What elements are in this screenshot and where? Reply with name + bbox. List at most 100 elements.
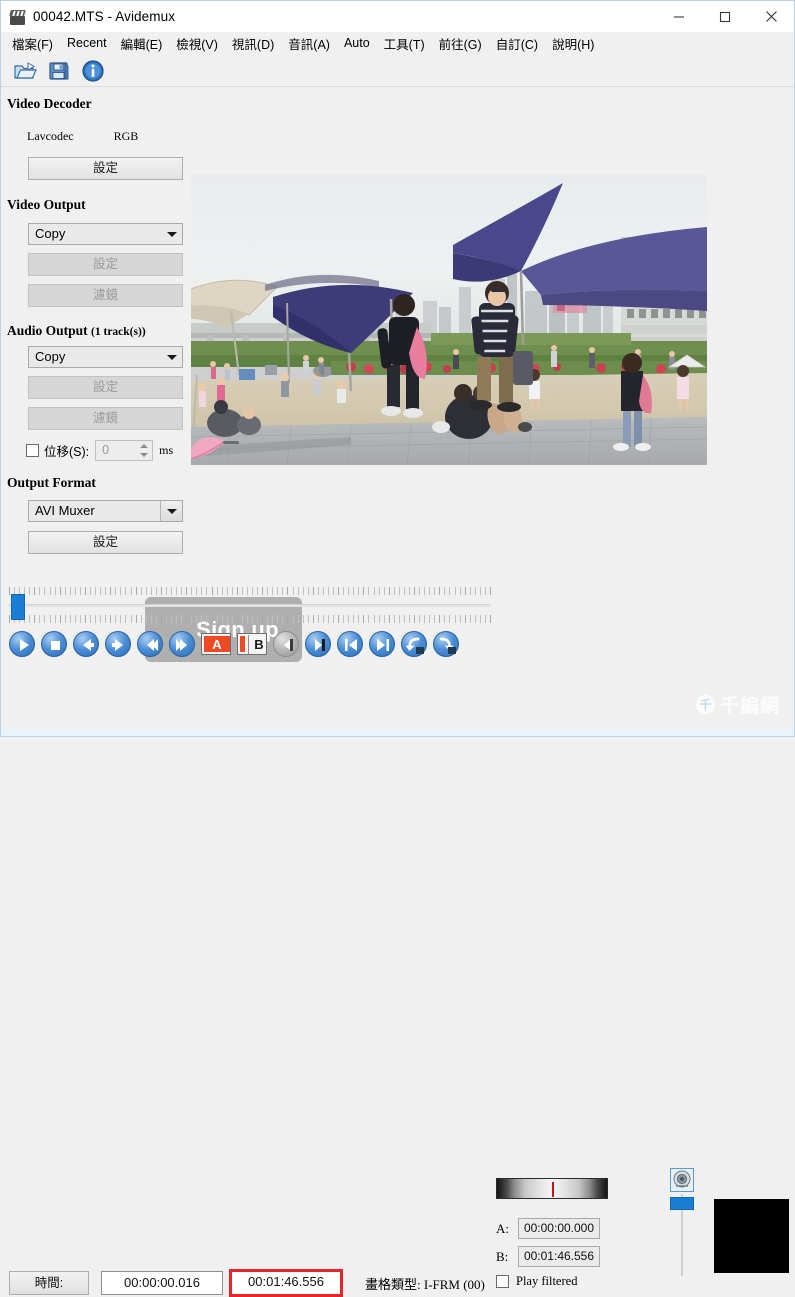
- close-button[interactable]: [748, 1, 794, 32]
- stop-button[interactable]: [41, 631, 67, 657]
- timeline-tick: [171, 615, 172, 623]
- frame-type-label: 畫格類型: I-FRM (00): [365, 1276, 485, 1292]
- next-scene-button[interactable]: [433, 631, 459, 657]
- chevron-down-icon: [162, 347, 182, 367]
- marker-a-row: A: 00:00:00.000: [496, 1218, 600, 1239]
- speaker-icon[interactable]: [670, 1168, 694, 1192]
- menu-edit[interactable]: 編輯(E): [114, 32, 170, 56]
- video-output-codec-select[interactable]: Copy: [28, 223, 183, 245]
- audio-output-codec-select[interactable]: Copy: [28, 346, 183, 368]
- timeline-track[interactable]: [9, 604, 491, 607]
- timeline-tick: [327, 587, 329, 595]
- video-preview[interactable]: [191, 175, 707, 465]
- timeline-tick: [105, 587, 107, 595]
- menu-file[interactable]: 檔案(F): [5, 32, 60, 56]
- timeline-playhead-handle[interactable]: [11, 594, 25, 620]
- timeline-tick: [474, 587, 476, 595]
- output-format-select[interactable]: AVI Muxer: [28, 500, 183, 522]
- timeline-tick: [419, 615, 421, 623]
- timeline-tick: [74, 615, 76, 623]
- output-format-heading: Output Format: [7, 475, 96, 490]
- timeline-tick: [84, 615, 86, 623]
- timeline-tick: [358, 615, 360, 623]
- timeline-scrubber[interactable]: [9, 587, 491, 625]
- timeline-tick: [69, 615, 71, 623]
- mark-b-button[interactable]: B: [237, 633, 267, 655]
- volume-slider-handle[interactable]: [670, 1197, 694, 1210]
- stepper-arrows-icon[interactable]: [138, 442, 150, 459]
- menu-audio[interactable]: 音訊(A): [281, 32, 337, 56]
- timeline-tick: [464, 615, 466, 623]
- timeline-tick: [216, 615, 218, 623]
- audio-output-filter-button[interactable]: 濾鏡: [28, 407, 183, 430]
- menu-help[interactable]: 說明(H): [545, 32, 601, 56]
- timeline-tick: [231, 587, 233, 595]
- maximize-button[interactable]: [702, 1, 748, 32]
- timeline-tick: [267, 615, 269, 623]
- total-time-field[interactable]: 00:01:46.556: [232, 1272, 340, 1294]
- marker-b-value[interactable]: 00:01:46.556: [518, 1246, 600, 1267]
- play-filtered-label: Play filtered: [516, 1274, 578, 1288]
- volume-control: [670, 1168, 696, 1278]
- step-forward-button[interactable]: [105, 631, 131, 657]
- play-button[interactable]: [9, 631, 35, 657]
- settings-sidebar: Video Decoder Lavcodec RGB 設定 Video Outp…: [1, 87, 191, 586]
- mark-a-button[interactable]: A: [201, 633, 231, 655]
- video-output-configure-button[interactable]: 設定: [28, 253, 183, 276]
- timeline-tick: [115, 615, 117, 623]
- timeline-tick: [484, 587, 486, 595]
- time-mode-button[interactable]: 時間:: [9, 1271, 89, 1295]
- menu-auto[interactable]: Auto: [337, 34, 377, 53]
- output-format-configure-button[interactable]: 設定: [28, 531, 183, 554]
- audio-shift-checkbox[interactable]: [26, 444, 39, 457]
- prev-scene-button[interactable]: [401, 631, 427, 657]
- info-icon[interactable]: [81, 59, 105, 83]
- menu-edit-label: 編輯(E): [120, 37, 163, 52]
- timeline-tick: [201, 615, 203, 623]
- timeline-tick: [181, 587, 183, 595]
- timeline-tick: [424, 587, 426, 595]
- go-end-button[interactable]: [369, 631, 395, 657]
- marker-a-value[interactable]: 00:00:00.000: [518, 1218, 600, 1239]
- play-filtered-checkbox[interactable]: [496, 1275, 509, 1288]
- timeline-tick: [474, 615, 476, 623]
- timeline-tick: [79, 587, 81, 595]
- current-time-field[interactable]: 00:00:00.016: [101, 1271, 223, 1295]
- video-decoder-configure-button[interactable]: 設定: [28, 157, 183, 180]
- timeline-tick: [322, 587, 324, 595]
- timeline-tick: [378, 615, 380, 623]
- timeline-tick: [373, 587, 375, 595]
- save-icon[interactable]: [47, 59, 71, 83]
- prev-black-frame-button[interactable]: [273, 631, 299, 657]
- step-back-button[interactable]: [73, 631, 99, 657]
- audio-shift-stepper[interactable]: 0: [95, 440, 154, 461]
- next-keyframe-button[interactable]: [169, 631, 195, 657]
- menu-custom[interactable]: 自訂(C): [489, 32, 545, 56]
- menu-goto[interactable]: 前往(G): [432, 32, 489, 56]
- menu-recent[interactable]: Recent: [60, 34, 114, 53]
- prev-keyframe-button[interactable]: [137, 631, 163, 657]
- ab-marker-panel: A: 00:00:00.000 B: 00:01:46.556 Play fil…: [496, 1218, 600, 1289]
- output-format-value: AVI Muxer: [35, 503, 95, 518]
- video-output-filter-button[interactable]: 濾鏡: [28, 284, 183, 307]
- timeline-tick: [287, 615, 289, 623]
- menu-video[interactable]: 視訊(D): [225, 32, 281, 56]
- go-start-button[interactable]: [337, 631, 363, 657]
- watermark-text: 千編網: [719, 696, 780, 717]
- timeline-tick: [165, 587, 167, 595]
- minimize-button[interactable]: [656, 1, 702, 32]
- audio-meter-needle: [552, 1182, 554, 1197]
- timeline-tick: [282, 587, 284, 595]
- timeline-tick: [272, 615, 274, 623]
- menu-view[interactable]: 檢視(V): [169, 32, 225, 56]
- audio-output-configure-button[interactable]: 設定: [28, 376, 183, 399]
- open-folder-icon[interactable]: [13, 59, 37, 83]
- timeline-tick: [353, 587, 355, 595]
- timeline-tick: [140, 587, 142, 595]
- menu-tools[interactable]: 工具(T): [377, 32, 432, 56]
- timeline-tick: [282, 615, 284, 623]
- next-black-frame-button[interactable]: [305, 631, 331, 657]
- avidemux-window: 00042.MTS - Avidemux 檔案(F) Recent 編輯(E) …: [0, 0, 795, 1297]
- menu-goto-label: 前往(G): [438, 37, 482, 52]
- watermark-logo-glyph: 千: [699, 697, 712, 712]
